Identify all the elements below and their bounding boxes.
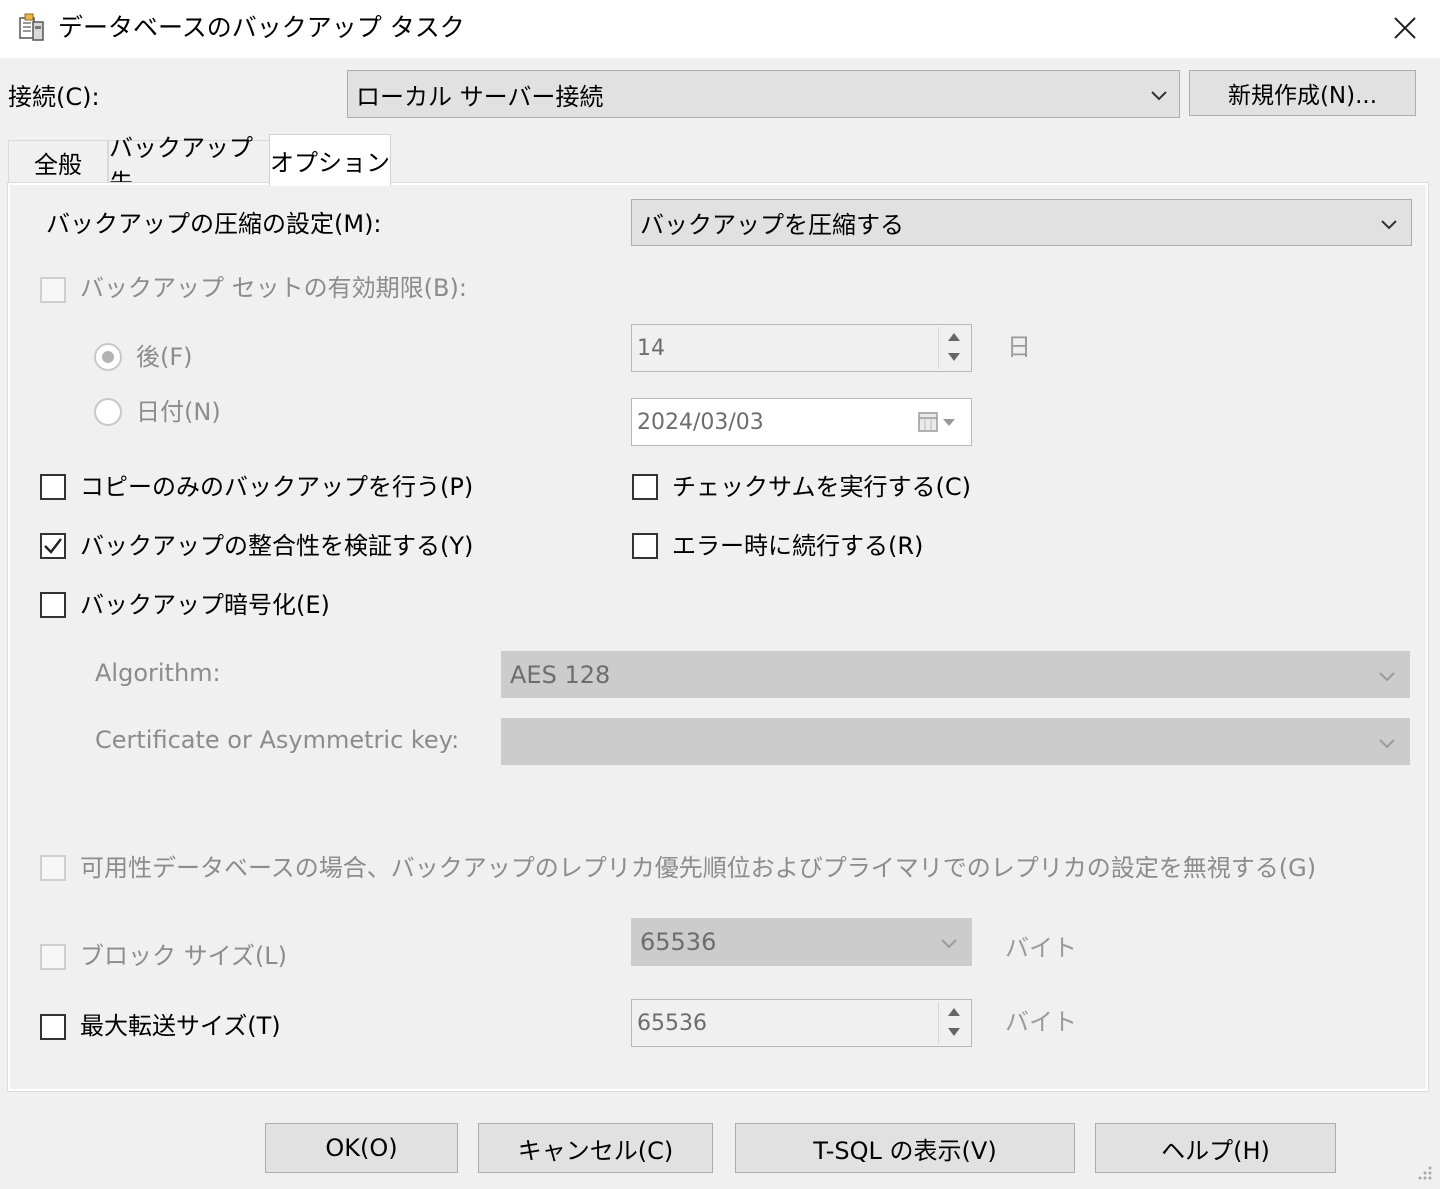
cancel-button[interactable]: キャンセル(C) [478, 1123, 713, 1173]
max-transfer-input[interactable]: 65536 [631, 999, 972, 1047]
window-title: データベースのバックアップ タスク [58, 13, 465, 42]
chevron-down-icon [1379, 672, 1395, 682]
spin-up-icon[interactable] [939, 327, 969, 347]
block-size-value: 65536 [640, 928, 717, 956]
expiration-checkbox[interactable] [40, 277, 66, 303]
availability-label: 可用性データベースの場合、バックアップのレプリカ優先順位およびプライマリでのレプ… [80, 854, 1317, 882]
date-value: 2024/03/03 [637, 409, 764, 435]
algorithm-label: Algorithm: [95, 659, 221, 687]
after-label: 後(F) [136, 343, 193, 371]
algorithm-value: AES 128 [510, 660, 611, 689]
radio-selected-dot [102, 351, 114, 363]
after-radio[interactable] [94, 343, 122, 371]
date-input[interactable]: 2024/03/03 [631, 398, 972, 446]
days-spinner[interactable] [938, 327, 969, 369]
availability-checkbox[interactable] [40, 855, 66, 881]
compression-label: バックアップの圧縮の設定(M): [46, 210, 382, 238]
spin-down-icon[interactable] [939, 347, 969, 367]
tab-general[interactable]: 全般 [8, 140, 108, 184]
block-size-checkbox[interactable] [40, 944, 66, 970]
encrypt-checkbox[interactable] [40, 592, 66, 618]
verify-label: バックアップの整合性を検証する(Y) [80, 532, 474, 560]
view-tsql-button[interactable]: T-SQL の表示(V) [735, 1123, 1075, 1173]
close-icon [1394, 17, 1416, 39]
connection-value: ローカル サーバー接続 [356, 82, 604, 111]
tab-destination[interactable]: バックアップ先 [108, 134, 270, 197]
chevron-down-icon [941, 939, 957, 949]
checkmark-icon [44, 538, 62, 554]
connection-label: 接続(C): [8, 83, 100, 111]
close-button[interactable] [1380, 8, 1430, 48]
block-size-label: ブロック サイズ(L) [80, 942, 288, 970]
spin-up-icon[interactable] [939, 1002, 969, 1022]
chevron-down-icon [1381, 220, 1397, 230]
resize-grip-icon [1418, 1166, 1432, 1180]
chevron-down-icon [1151, 91, 1167, 101]
continue-on-error-checkbox[interactable] [632, 533, 658, 559]
algorithm-select[interactable]: AES 128 [501, 651, 1410, 698]
compression-select[interactable]: バックアップを圧縮する [631, 199, 1412, 246]
chevron-down-icon [1379, 739, 1395, 749]
checksum-label: チェックサムを実行する(C) [672, 473, 972, 501]
new-connection-button[interactable]: 新規作成(N)... [1189, 70, 1416, 116]
max-transfer-unit: バイト [1005, 1008, 1077, 1036]
max-transfer-checkbox[interactable] [40, 1014, 66, 1040]
connection-select[interactable]: ローカル サーバー接続 [347, 70, 1180, 118]
help-button[interactable]: ヘルプ(H) [1095, 1123, 1336, 1173]
copy-only-checkbox[interactable] [40, 474, 66, 500]
spin-down-icon[interactable] [939, 1022, 969, 1042]
max-transfer-spinner[interactable] [938, 1002, 969, 1044]
title-bar: データベースのバックアップ タスク [0, 0, 1440, 58]
block-size-select[interactable]: 65536 [631, 918, 972, 966]
after-days-value: 14 [637, 335, 665, 361]
calendar-dropdown[interactable] [917, 411, 961, 433]
encrypt-label: バックアップ暗号化(E) [80, 591, 330, 619]
block-size-unit: バイト [1005, 934, 1077, 962]
certificate-select[interactable] [501, 718, 1410, 765]
expiration-label: バックアップ セットの有効期限(B): [80, 274, 467, 302]
after-days-input[interactable]: 14 [631, 324, 972, 372]
certificate-label: Certificate or Asymmetric key: [95, 726, 460, 754]
checksum-checkbox[interactable] [632, 474, 658, 500]
ok-button[interactable]: OK(O) [265, 1123, 458, 1173]
resize-grip[interactable] [1414, 1162, 1434, 1182]
max-transfer-label: 最大転送サイズ(T) [80, 1012, 281, 1040]
backup-task-icon [16, 12, 46, 44]
verify-checkbox[interactable] [40, 533, 66, 559]
days-unit: 日 [1007, 333, 1031, 361]
continue-on-error-label: エラー時に続行する(R) [672, 532, 924, 560]
date-label: 日付(N) [136, 398, 221, 426]
tab-options[interactable]: オプション [269, 134, 391, 186]
calendar-icon [918, 412, 955, 432]
copy-only-label: コピーのみのバックアップを行う(P) [80, 473, 474, 501]
compression-value: バックアップを圧縮する [640, 211, 904, 239]
max-transfer-value: 65536 [637, 1010, 707, 1036]
date-radio[interactable] [94, 398, 122, 426]
